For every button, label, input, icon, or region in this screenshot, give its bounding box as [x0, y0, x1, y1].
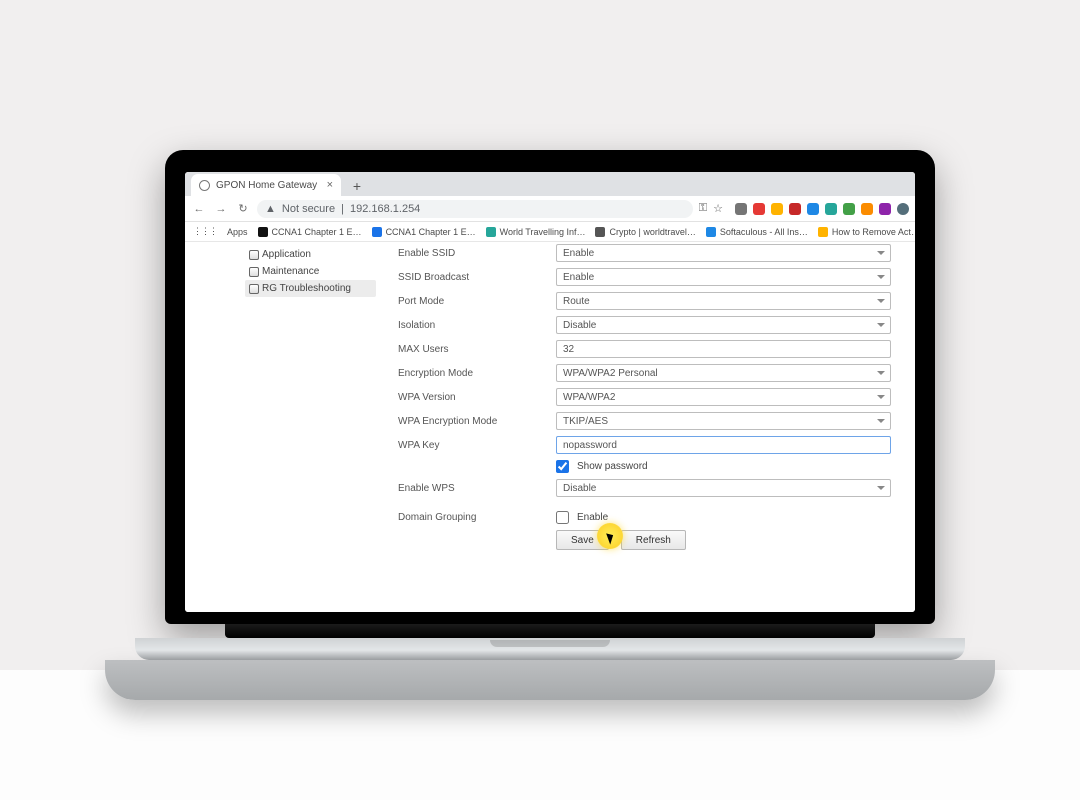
select-wpa-encryption-mode[interactable]: TKIP/AES — [556, 412, 891, 430]
browser-tab-active[interactable]: GPON Home Gateway × — [191, 174, 341, 196]
bookmark-item[interactable]: CCNA1 Chapter 1 E… — [258, 227, 362, 237]
select-enable-wps[interactable]: Disable — [556, 479, 891, 497]
ext-icon[interactable] — [879, 203, 891, 215]
screen: GPON Home Gateway × + ← → ↻ ▲ Not secure… — [185, 172, 915, 612]
browser-tabstrip: GPON Home Gateway × + — [185, 172, 915, 196]
save-button[interactable]: Save — [556, 530, 609, 550]
favicon-icon — [372, 227, 382, 237]
apps-grid-icon[interactable]: ⋮⋮⋮ — [193, 226, 217, 237]
ext-icon[interactable] — [735, 203, 747, 215]
bookmark-item[interactable]: Softaculous - All Ins… — [706, 227, 808, 237]
settings-form: Enable SSIDEnable SSID BroadcastEnable P… — [380, 242, 915, 612]
label-enable-wps: Enable WPS — [398, 483, 556, 494]
label-domain-grouping: Domain Grouping — [398, 512, 556, 523]
address-bar[interactable]: ▲ Not secure | 192.168.1.254 — [257, 200, 693, 218]
extension-icons — [735, 203, 909, 215]
not-secure-icon: ▲ — [265, 203, 276, 215]
select-enable-ssid[interactable]: Enable — [556, 244, 891, 262]
bookmark-item[interactable]: World Travelling Inf… — [486, 227, 586, 237]
sidebar-item-label: Application — [262, 249, 311, 260]
ext-icon[interactable] — [825, 203, 837, 215]
security-label: Not secure — [282, 203, 335, 215]
browser-toolbar: ← → ↻ ▲ Not secure | 192.168.1.254 ⚿ ☆ — [185, 196, 915, 222]
url-text: 192.168.1.254 — [350, 203, 420, 215]
ext-icon[interactable] — [843, 203, 855, 215]
ext-icon[interactable] — [861, 203, 873, 215]
ext-icon[interactable] — [771, 203, 783, 215]
checkbox-domain-grouping[interactable] — [556, 511, 569, 524]
label-show-password: Show password — [577, 461, 648, 472]
laptop-keyboard — [105, 660, 995, 700]
label-max-users: MAX Users — [398, 344, 556, 355]
input-wpa-key[interactable] — [556, 436, 891, 454]
sidebar: Application Maintenance RG Troubleshooti… — [185, 242, 380, 612]
laptop-base — [135, 638, 965, 660]
select-encryption-mode[interactable]: WPA/WPA2 Personal — [556, 364, 891, 382]
bookmark-item[interactable]: CCNA1 Chapter 1 E… — [372, 227, 476, 237]
sidebar-item-maintenance[interactable]: Maintenance — [245, 263, 376, 280]
favicon-icon — [486, 227, 496, 237]
bookmark-item[interactable]: How to Remove Act… — [818, 227, 915, 237]
router-admin-page: Application Maintenance RG Troubleshooti… — [185, 242, 915, 612]
close-icon[interactable]: × — [327, 179, 333, 191]
label-wpa-encryption-mode: WPA Encryption Mode — [398, 416, 556, 427]
label-enable-ssid: Enable SSID — [398, 248, 556, 259]
label-ssid-broadcast: SSID Broadcast — [398, 272, 556, 283]
laptop-bezel: GPON Home Gateway × + ← → ↻ ▲ Not secure… — [165, 150, 935, 624]
refresh-button[interactable]: Refresh — [621, 530, 686, 550]
forward-button[interactable]: → — [213, 203, 229, 215]
divider: | — [341, 203, 344, 215]
favicon-icon — [258, 227, 268, 237]
apps-label[interactable]: Apps — [227, 227, 248, 237]
laptop: GPON Home Gateway × + ← → ↻ ▲ Not secure… — [165, 150, 935, 700]
favicon-icon — [818, 227, 828, 237]
tab-title: GPON Home Gateway — [216, 180, 317, 191]
sidebar-item-label: Maintenance — [262, 266, 319, 277]
ext-icon[interactable] — [753, 203, 765, 215]
bookmark-item[interactable]: Crypto | worldtravel… — [595, 227, 695, 237]
label-port-mode: Port Mode — [398, 296, 556, 307]
bookmarks-bar: ⋮⋮⋮ Apps CCNA1 Chapter 1 E… CCNA1 Chapte… — [185, 222, 915, 242]
key-icon[interactable]: ⚿ — [699, 202, 707, 215]
select-ssid-broadcast[interactable]: Enable — [556, 268, 891, 286]
sidebar-item-label: RG Troubleshooting — [262, 283, 351, 294]
ext-icon[interactable] — [789, 203, 801, 215]
label-encryption-mode: Encryption Mode — [398, 368, 556, 379]
select-wpa-version[interactable]: WPA/WPA2 — [556, 388, 891, 406]
favicon-icon — [595, 227, 605, 237]
sidebar-item-rg-troubleshooting[interactable]: RG Troubleshooting — [245, 280, 376, 297]
label-domain-grouping-option: Enable — [577, 512, 608, 523]
globe-icon — [199, 180, 210, 191]
sidebar-item-application[interactable]: Application — [245, 246, 376, 263]
avatar[interactable] — [897, 203, 909, 215]
laptop-hinge — [225, 624, 875, 638]
label-isolation: Isolation — [398, 320, 556, 331]
favicon-icon — [706, 227, 716, 237]
input-max-users[interactable] — [556, 340, 891, 358]
back-button[interactable]: ← — [191, 203, 207, 215]
select-isolation[interactable]: Disable — [556, 316, 891, 334]
label-wpa-version: WPA Version — [398, 392, 556, 403]
checkbox-show-password[interactable] — [556, 460, 569, 473]
ext-icon[interactable] — [807, 203, 819, 215]
new-tab-button[interactable]: + — [347, 176, 367, 196]
star-icon[interactable]: ☆ — [713, 202, 723, 215]
reload-button[interactable]: ↻ — [235, 202, 251, 215]
select-port-mode[interactable]: Route — [556, 292, 891, 310]
label-wpa-key: WPA Key — [398, 440, 556, 451]
